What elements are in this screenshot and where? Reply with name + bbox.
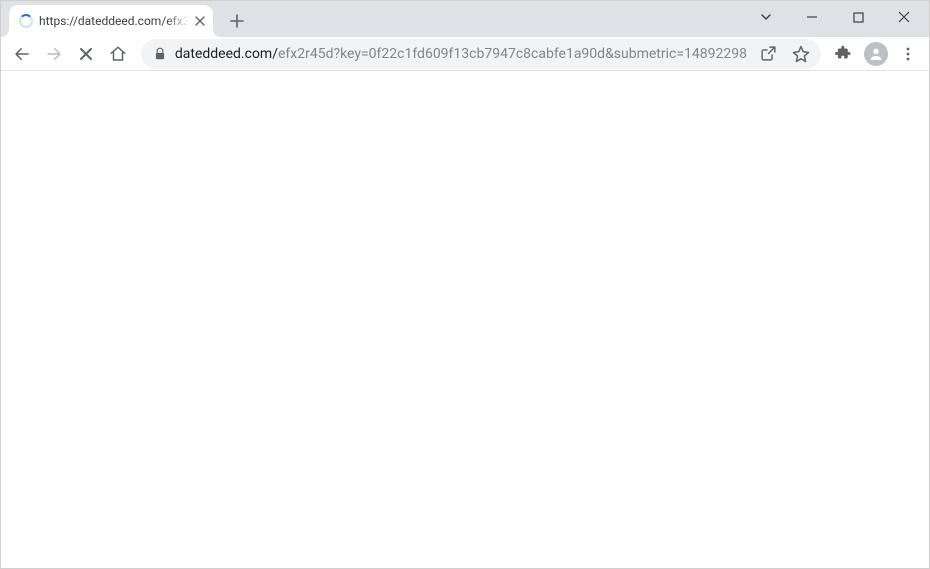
url-text: dateddeed.com/efx2r45d?key=0f22c1fd609f1… bbox=[175, 46, 747, 62]
home-button[interactable] bbox=[103, 39, 133, 69]
maximize-button[interactable] bbox=[845, 4, 871, 30]
avatar-icon bbox=[864, 42, 888, 66]
lock-icon bbox=[153, 47, 167, 61]
share-button[interactable] bbox=[755, 40, 783, 68]
loading-spinner-icon bbox=[19, 14, 33, 28]
tab-title: https://dateddeed.com/efx2r45d?key=0f22c… bbox=[39, 14, 189, 28]
title-bar: https://dateddeed.com/efx2r45d?key=0f22c… bbox=[1, 1, 929, 37]
stop-button[interactable] bbox=[71, 39, 101, 69]
tab-close-button[interactable] bbox=[195, 13, 205, 29]
window-controls bbox=[745, 1, 925, 33]
bookmark-button[interactable] bbox=[787, 40, 815, 68]
forward-button bbox=[39, 39, 69, 69]
address-bar[interactable]: dateddeed.com/efx2r45d?key=0f22c1fd609f1… bbox=[141, 39, 821, 69]
profile-button[interactable] bbox=[861, 39, 891, 69]
new-tab-button[interactable] bbox=[223, 7, 251, 35]
toolbar: dateddeed.com/efx2r45d?key=0f22c1fd609f1… bbox=[1, 37, 929, 71]
page-content bbox=[1, 71, 929, 568]
minimize-button[interactable] bbox=[799, 4, 825, 30]
close-window-button[interactable] bbox=[891, 4, 917, 30]
tab-search-button[interactable] bbox=[753, 4, 779, 30]
extensions-button[interactable] bbox=[829, 39, 859, 69]
browser-tab[interactable]: https://dateddeed.com/efx2r45d?key=0f22c… bbox=[9, 5, 213, 37]
url-path: efx2r45d?key=0f22c1fd609f13cb7947c8cabfe… bbox=[278, 46, 747, 62]
url-host: dateddeed.com/ bbox=[175, 46, 278, 62]
back-button[interactable] bbox=[7, 39, 37, 69]
menu-button[interactable] bbox=[893, 39, 923, 69]
